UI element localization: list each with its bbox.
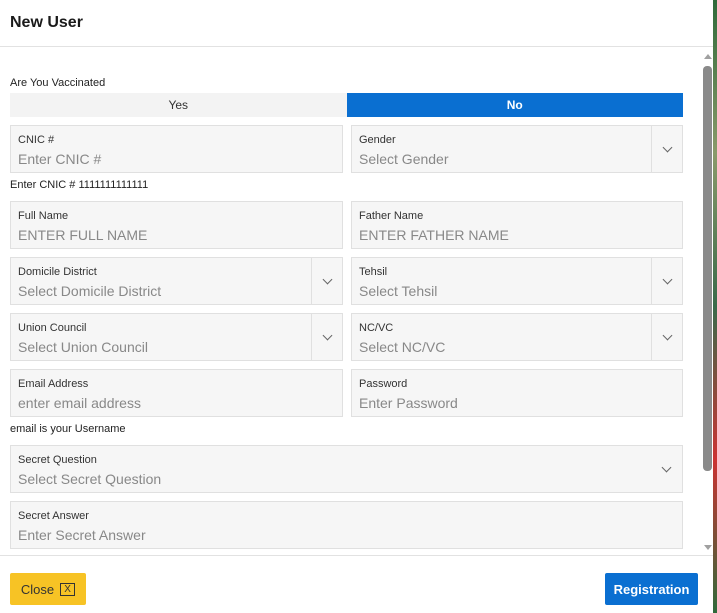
union-council-select[interactable]: Union Council Select Union Council	[10, 313, 343, 361]
ncvc-placeholder: Select NC/VC	[359, 339, 446, 355]
father-name-label: Father Name	[359, 210, 424, 222]
tehsil-label: Tehsil	[359, 266, 388, 278]
father-name-input[interactable]: Father Name ENTER FATHER NAME	[351, 201, 683, 249]
ncvc-select[interactable]: NC/VC Select NC/VC	[351, 313, 683, 361]
chevron-down-icon[interactable]	[651, 258, 682, 304]
dialog-title: New User	[10, 14, 83, 31]
cnic-placeholder: Enter CNIC #	[18, 151, 102, 167]
vaccinated-toggle[interactable]: Yes No	[10, 93, 683, 117]
domicile-district-select[interactable]: Domicile District Select Domicile Distri…	[10, 257, 343, 305]
close-label: Close	[20, 581, 55, 597]
secret-answer-input[interactable]: Secret Answer Enter Secret Answer	[10, 501, 683, 549]
background-edge	[713, 0, 717, 613]
chevron-down-icon[interactable]	[311, 258, 342, 304]
secret-question-placeholder: Select Secret Question	[18, 471, 162, 487]
full-name-input[interactable]: Full Name ENTER FULL NAME	[10, 201, 343, 249]
ncvc-label: NC/VC	[359, 322, 394, 334]
password-placeholder: Enter Password	[359, 395, 458, 411]
chevron-down-icon[interactable]	[311, 314, 342, 360]
dialog-header: New User	[0, 0, 713, 47]
secret-answer-placeholder: Enter Secret Answer	[18, 527, 146, 543]
dialog-footer: Close X Registration	[0, 555, 713, 613]
full-name-label: Full Name	[18, 210, 69, 222]
registration-button[interactable]: Registration	[605, 573, 698, 605]
vaccinated-label: Are You Vaccinated	[10, 77, 106, 89]
gender-select[interactable]: Gender Select Gender	[351, 125, 683, 173]
secret-question-label: Secret Question	[18, 454, 97, 466]
email-input[interactable]: Email Address enter email address	[10, 369, 343, 417]
scrollbar[interactable]	[702, 52, 713, 552]
cnic-input[interactable]: CNIC # Enter CNIC #	[10, 125, 343, 173]
tehsil-placeholder: Select Tehsil	[359, 283, 438, 299]
tehsil-select[interactable]: Tehsil Select Tehsil	[351, 257, 683, 305]
secret-answer-label: Secret Answer	[18, 510, 89, 522]
dialog-body: Are You Vaccinated Yes No CNIC # Enter C…	[0, 48, 713, 555]
gender-placeholder: Select Gender	[359, 151, 449, 167]
chevron-down-icon[interactable]	[651, 314, 682, 360]
scroll-up-icon[interactable]	[704, 54, 712, 59]
password-input[interactable]: Password Enter Password	[351, 369, 683, 417]
district-placeholder: Select Domicile District	[18, 283, 162, 299]
password-label: Password	[359, 378, 408, 390]
close-icon: X	[60, 582, 76, 596]
full-name-placeholder: ENTER FULL NAME	[18, 227, 148, 243]
scrollbar-thumb[interactable]	[703, 66, 712, 471]
gender-label: Gender	[359, 134, 396, 146]
district-label: Domicile District	[18, 266, 97, 278]
union-council-label: Union Council	[18, 322, 87, 334]
cnic-hint: Enter CNIC # 1111111111111	[10, 179, 149, 191]
cnic-label: CNIC #	[18, 134, 55, 146]
email-placeholder: enter email address	[18, 395, 141, 411]
vaccinated-no-option[interactable]: No	[346, 93, 683, 117]
vaccinated-yes-option[interactable]: Yes	[10, 93, 347, 117]
close-button[interactable]: Close X	[10, 573, 86, 605]
chevron-down-icon[interactable]	[651, 126, 682, 172]
father-name-placeholder: ENTER FATHER NAME	[359, 227, 509, 243]
scroll-down-icon[interactable]	[704, 545, 712, 550]
email-hint: email is your Username	[10, 423, 126, 435]
chevron-down-icon[interactable]	[651, 446, 682, 492]
union-council-placeholder: Select Union Council	[18, 339, 148, 355]
email-label: Email Address	[18, 378, 89, 390]
secret-question-select[interactable]: Secret Question Select Secret Question	[10, 445, 683, 493]
